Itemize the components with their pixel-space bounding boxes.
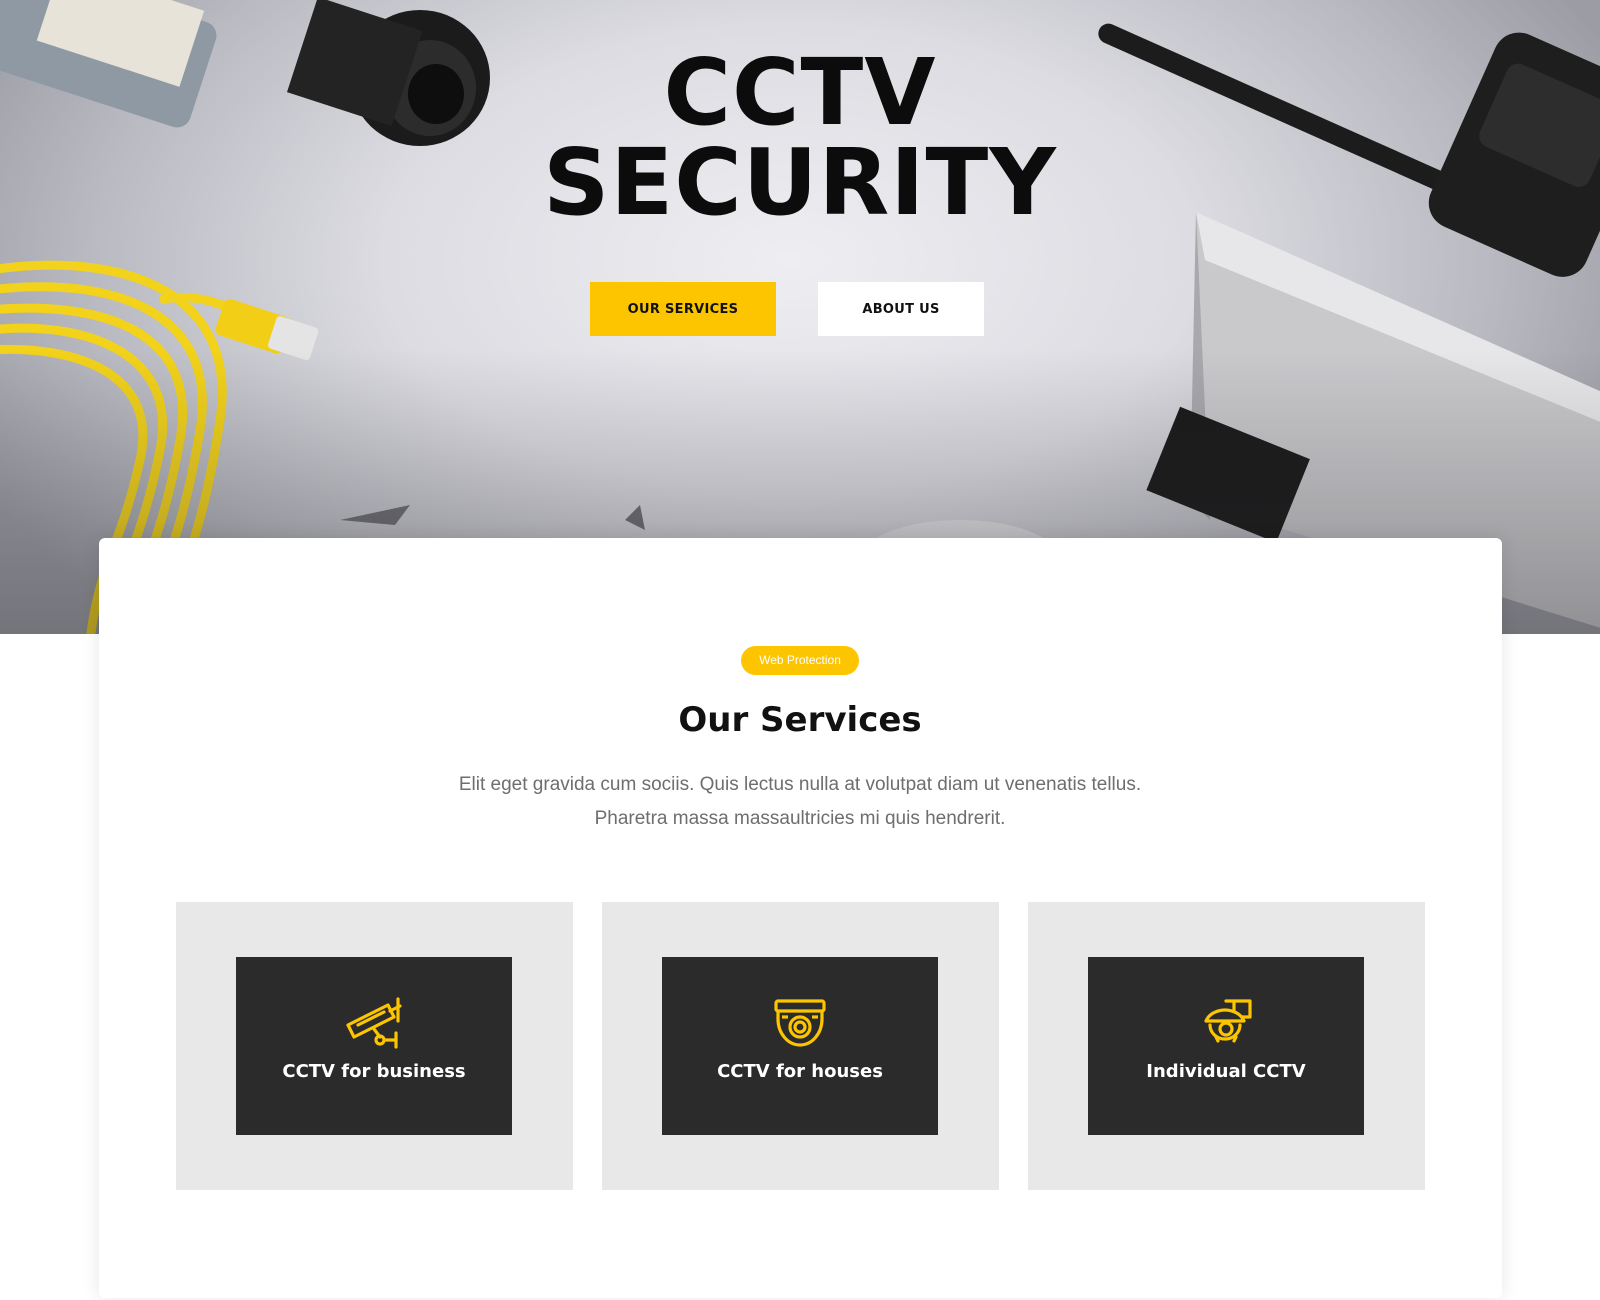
section-description-line1: Elit eget gravida cum sociis. Quis lectu… [458, 774, 1142, 795]
section-title: Our Services [678, 700, 922, 740]
about-us-button[interactable]: ABOUT US [818, 282, 984, 336]
dome-camera-icon [774, 999, 826, 1047]
service-label-business: CCTV for business [282, 1061, 466, 1082]
service-label-individual: Individual CCTV [1146, 1061, 1306, 1082]
hero-title-line1: CCTV [663, 39, 937, 146]
web-protection-badge: Web Protection [741, 646, 859, 675]
hero-title: CCTV SECURITY [0, 39, 1600, 236]
our-services-button[interactable]: OUR SERVICES [590, 282, 776, 336]
security-camera-icon [346, 997, 402, 1049]
service-tile-houses: CCTV for houses [602, 902, 999, 1190]
service-tile-individual: Individual CCTV [1028, 902, 1425, 1190]
service-tile-business: CCTV for business [176, 902, 573, 1190]
service-label-houses: CCTV for houses [717, 1061, 883, 1082]
section-description-line2: Pharetra massa massaultricies mi quis he… [594, 808, 1006, 829]
speed-dome-camera-icon [1204, 999, 1252, 1043]
service-card-individual[interactable]: Individual CCTV [1088, 957, 1364, 1135]
service-card-business[interactable]: CCTV for business [236, 957, 512, 1135]
service-card-houses[interactable]: CCTV for houses [662, 957, 938, 1135]
hero-title-line2: SECURITY [543, 129, 1057, 236]
section-description: Elit eget gravida cum sociis. Quis lectu… [400, 768, 1200, 836]
